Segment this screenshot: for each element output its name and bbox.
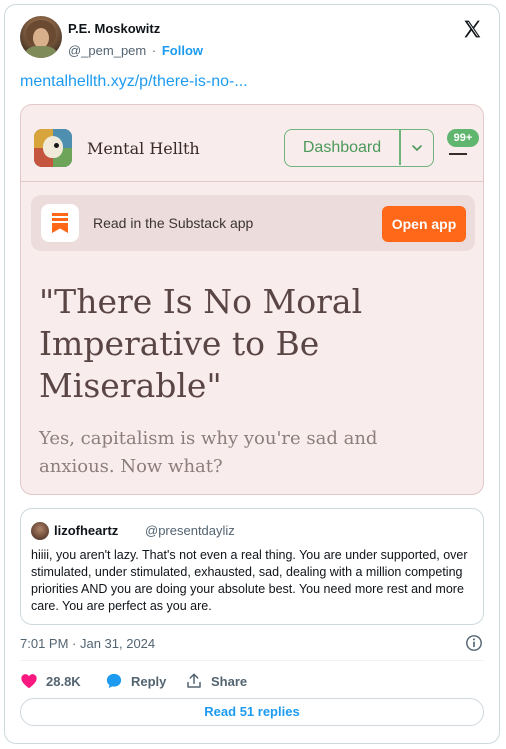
quote-text: hiiii, you aren't lazy. That's not even … (31, 548, 468, 613)
read-replies-button[interactable]: Read 51 replies (20, 698, 484, 726)
reply-button[interactable]: Reply (105, 670, 166, 692)
dashboard-label[interactable]: Dashboard (285, 130, 399, 165)
menu-icon[interactable] (449, 153, 467, 155)
heart-icon[interactable] (20, 673, 38, 689)
menu-button[interactable]: 99+ (445, 129, 479, 159)
author-avatar[interactable] (20, 16, 62, 58)
chevron-down-icon[interactable] (400, 130, 433, 165)
follow-button[interactable]: Follow (162, 43, 203, 58)
reply-label: Reply (131, 673, 167, 689)
tweet-timestamp[interactable]: 7:01 PM · Jan 31, 2024 (20, 636, 155, 651)
notification-badge: 99+ (447, 129, 479, 147)
meta-separator: · (151, 43, 157, 58)
share-upload-icon[interactable] (185, 672, 203, 690)
publication-logo[interactable] (34, 129, 72, 167)
x-logo-icon[interactable] (462, 19, 482, 39)
quoted-tweet[interactable]: lizofheartz @presentdayliz hiiii, you ar… (20, 508, 484, 625)
quote-author-handle[interactable]: @presentdayliz (145, 523, 235, 538)
substack-logo-icon (41, 204, 79, 242)
action-divider (20, 660, 484, 661)
header-divider (21, 181, 483, 182)
publication-name[interactable]: Mental Hellth (87, 139, 200, 158)
post-subtitle: Yes, capitalism is why you're sad and an… (39, 428, 378, 477)
info-icon[interactable] (465, 634, 483, 652)
author-handle[interactable]: @_pem_pem (68, 43, 146, 58)
author-meta: @_pem_pem · Follow (68, 43, 203, 58)
share-label: Share (211, 673, 248, 689)
post-title[interactable]: "There Is No Moral Imperative to Be Mise… (39, 281, 459, 407)
share-button[interactable]: Share (185, 670, 247, 692)
quote-author-name[interactable]: lizofheartz (54, 523, 118, 538)
link-preview-card[interactable]: Mental Hellth Dashboard 99+ Read in the … (20, 104, 484, 495)
open-app-button[interactable]: Open app (382, 206, 466, 242)
chat-bubble-icon[interactable] (105, 672, 123, 690)
like-button[interactable]: 28.8K (20, 670, 81, 692)
app-banner-text: Read in the Substack app (93, 215, 254, 231)
substack-app-banner: Read in the Substack app Open app (31, 195, 475, 251)
author-name[interactable]: P.E. Moskowitz (68, 21, 160, 36)
like-count: 28.8K (46, 673, 81, 689)
article-link[interactable]: mentalhellth.xyz/p/there-is-no-... (20, 73, 248, 91)
quote-author-avatar[interactable] (31, 522, 49, 540)
dashboard-button[interactable]: Dashboard (284, 129, 434, 167)
